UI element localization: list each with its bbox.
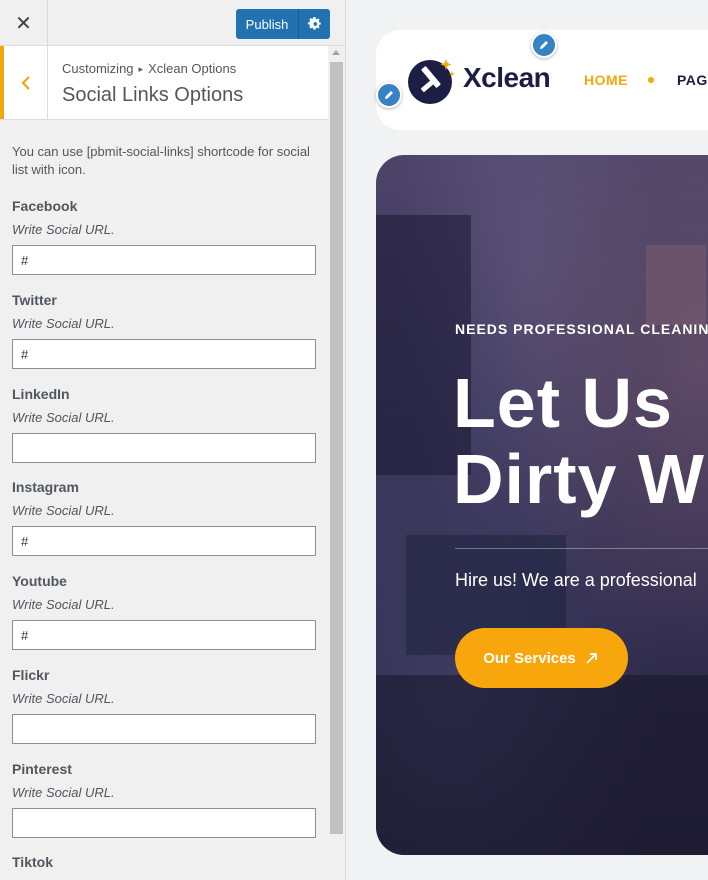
hero-banner: NEEDS PROFESSIONAL CLEANING Let Us Dirty… [376, 155, 708, 855]
edit-shortcut-header[interactable] [531, 32, 557, 58]
pencil-icon [540, 41, 548, 49]
field-label: Twitter [12, 292, 57, 308]
field-description: Write Social URL. [12, 597, 115, 612]
logo-icon [408, 59, 455, 104]
scroll-thumb[interactable] [330, 62, 343, 834]
twitter-url-input[interactable] [12, 339, 316, 369]
hero-bg-frame [646, 245, 706, 325]
control-tiktok: Tiktok [12, 852, 316, 872]
field-label: Facebook [12, 198, 78, 214]
field-label: Youtube [12, 573, 67, 589]
section-title: Social Links Options [62, 84, 244, 106]
customizer-topbar: ✕ Publish [0, 0, 345, 46]
nav-separator-dot [648, 77, 654, 83]
our-services-label: Our Services [483, 649, 576, 667]
field-description: Write Social URL. [12, 316, 115, 331]
linkedin-url-input[interactable] [12, 433, 316, 463]
hero-title: Let Us Dirty W [453, 365, 705, 517]
field-description: Write Social URL. [12, 222, 115, 237]
edit-shortcut-logo[interactable] [376, 82, 402, 108]
hero-title-line2: Dirty W [453, 440, 705, 518]
panel-scrollbar[interactable] [328, 46, 345, 880]
control-twitter: Twitter Write Social URL. [12, 290, 316, 369]
youtube-url-input[interactable] [12, 620, 316, 650]
breadcrumb-separator: ▸ [138, 64, 144, 74]
field-label: Tiktok [12, 854, 53, 870]
control-flickr: Flickr Write Social URL. [12, 665, 316, 744]
back-button[interactable] [0, 46, 48, 119]
our-services-button[interactable]: Our Services [455, 628, 628, 688]
arrow-up-right-icon [586, 653, 597, 664]
field-label: Pinterest [12, 761, 72, 777]
chevron-left-icon [20, 75, 30, 90]
scroll-up-arrow[interactable] [332, 50, 340, 55]
field-description: Write Social URL. [12, 785, 115, 800]
hero-divider [455, 548, 708, 549]
pencil-icon [385, 91, 393, 99]
field-label: Flickr [12, 667, 50, 683]
breadcrumb: Customizing ▸ Xclean Options [62, 61, 236, 76]
control-facebook: Facebook Write Social URL. [12, 196, 316, 275]
flickr-url-input[interactable] [12, 714, 316, 744]
nav-pages-link[interactable]: PAGE [677, 72, 708, 88]
publish-settings-button[interactable] [298, 9, 330, 39]
field-description: Write Social URL. [12, 691, 115, 706]
facebook-url-input[interactable] [12, 245, 316, 275]
breadcrumb-parent: Customizing [62, 61, 134, 76]
controls-list: You can use [pbmit-social-links] shortco… [0, 120, 328, 880]
hero-title-line1: Let Us [453, 364, 673, 442]
section-header: Customizing ▸ Xclean Options Social Links … [0, 46, 328, 120]
field-description: Write Social URL. [12, 503, 115, 518]
shortcode-description: You can use [pbmit-social-links] shortco… [12, 144, 310, 177]
control-linkedin: LinkedIn Write Social URL. [12, 384, 316, 463]
instagram-url-input[interactable] [12, 526, 316, 556]
hero-bg-desk [376, 675, 708, 855]
customizer-panel: ✕ Publish Customizing ▸ Xclean Options Soc… [0, 0, 346, 880]
control-youtube: Youtube Write Social URL. [12, 571, 316, 650]
control-instagram: Instagram Write Social URL. [12, 477, 316, 556]
nav-home-link[interactable]: HOME [584, 72, 628, 88]
close-icon: ✕ [15, 10, 32, 35]
hero-subtitle: Hire us! We are a professional [455, 570, 697, 590]
site-preview: Xclean HOME PAGE NEEDS PROFESSIONAL CLEA… [346, 0, 708, 880]
logo-text[interactable]: Xclean [463, 62, 551, 94]
breadcrumb-child: Xclean Options [148, 61, 237, 76]
hero-tagline: NEEDS PROFESSIONAL CLEANING [455, 321, 708, 337]
close-customizer-button[interactable]: ✕ [0, 0, 48, 45]
field-label: Instagram [12, 479, 79, 495]
publish-button[interactable]: Publish [236, 9, 298, 39]
control-pinterest: Pinterest Write Social URL. [12, 759, 316, 838]
pinterest-url-input[interactable] [12, 808, 316, 838]
field-label: LinkedIn [12, 386, 70, 402]
gear-icon [307, 17, 321, 30]
publish-button-group: Publish [236, 9, 330, 39]
field-description: Write Social URL. [12, 410, 115, 425]
